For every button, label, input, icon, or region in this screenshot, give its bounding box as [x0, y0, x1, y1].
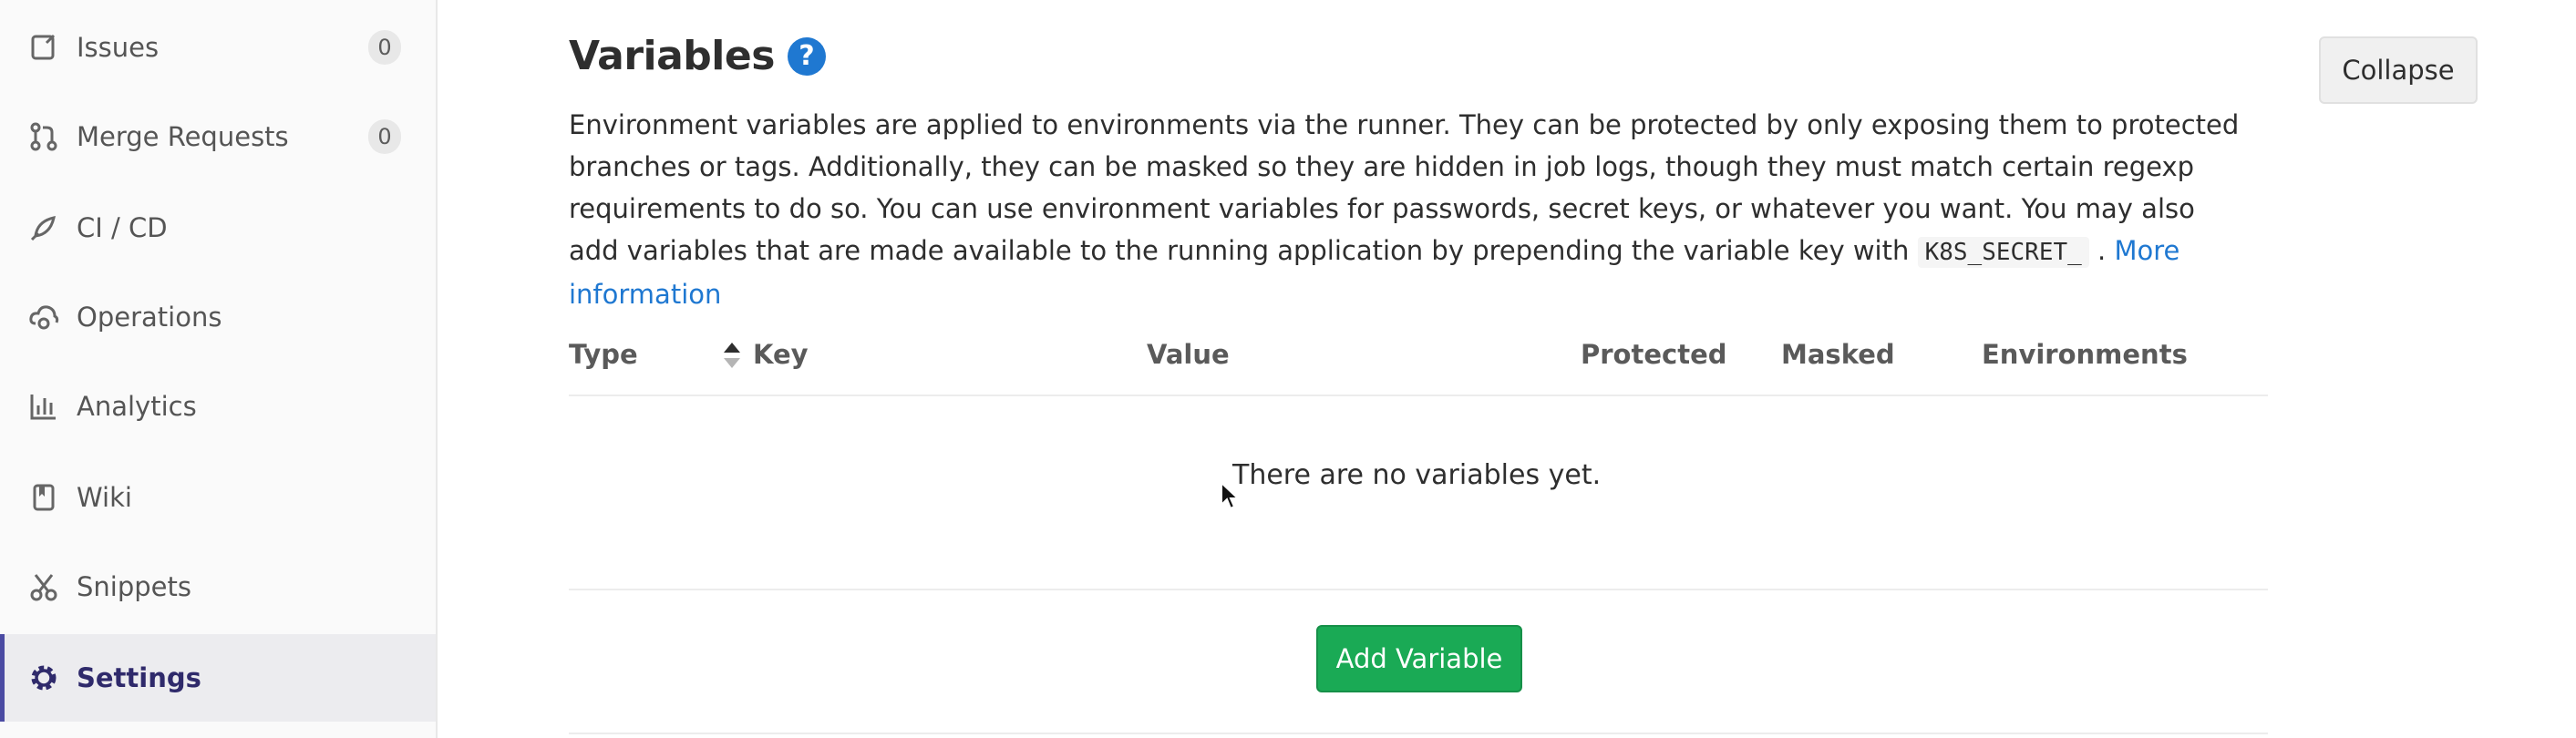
page-title: Variables [569, 33, 775, 79]
sidebar-item-operations[interactable]: Operations [0, 273, 436, 361]
sidebar-item-label: Wiki [77, 482, 132, 513]
help-icon[interactable]: ? [787, 36, 826, 76]
empty-state-text: There are no variables yet. [1232, 459, 1602, 491]
issues-icon [27, 31, 60, 64]
sidebar: Issues 0 Merge Requests 0 CI / CD Operat… [0, 0, 438, 738]
column-header-environments: Environments [1982, 339, 2188, 370]
column-header-masked: Masked [1781, 339, 1895, 370]
description-period: . [2097, 235, 2107, 266]
sidebar-item-analytics[interactable]: Analytics [0, 363, 436, 450]
sidebar-item-label: Snippets [77, 571, 191, 602]
table-footer-divider [569, 589, 2268, 590]
variable-prefix-code: K8S_SECRET_ [1917, 237, 2089, 268]
sidebar-item-label: Merge Requests [77, 121, 289, 152]
sidebar-item-label: CI / CD [77, 212, 168, 243]
mouse-cursor-icon [1220, 480, 1241, 516]
sidebar-item-issues[interactable]: Issues 0 [0, 4, 436, 91]
table-header-divider [569, 395, 2268, 396]
sidebar-item-snippets[interactable]: Snippets [0, 543, 436, 630]
sidebar-item-settings[interactable]: Settings [0, 634, 436, 722]
add-variable-button[interactable]: Add Variable [1316, 625, 1522, 692]
sidebar-item-merge-requests[interactable]: Merge Requests 0 [0, 93, 436, 180]
gear-icon [27, 661, 60, 694]
column-header-protected: Protected [1581, 339, 1727, 370]
rocket-icon [27, 211, 60, 244]
sidebar-item-label: Settings [77, 662, 201, 693]
cloud-gear-icon [27, 301, 60, 333]
sidebar-item-label: Operations [77, 302, 222, 333]
merge-requests-count-badge: 0 [368, 119, 401, 154]
collapse-button[interactable]: Collapse [2319, 36, 2478, 104]
chart-icon [27, 390, 60, 423]
sort-icon[interactable] [722, 341, 742, 370]
sidebar-item-label: Issues [77, 32, 160, 63]
book-icon [27, 481, 60, 514]
bottom-divider [569, 733, 2268, 734]
main-content: Variables ? Collapse Environment variabl… [438, 0, 2576, 738]
merge-request-icon [27, 120, 60, 153]
section-header: Variables ? [569, 33, 826, 79]
sidebar-item-wiki[interactable]: Wiki [0, 454, 436, 541]
section-description: Environment variables are applied to env… [569, 104, 2246, 315]
column-header-key[interactable]: Key [753, 339, 809, 370]
issues-count-badge: 0 [368, 30, 401, 65]
sidebar-item-ci-cd[interactable]: CI / CD [0, 184, 436, 272]
scissors-icon [27, 570, 60, 603]
column-header-value: Value [1147, 339, 1230, 370]
sidebar-item-label: Analytics [77, 391, 197, 422]
column-header-type: Type [569, 339, 638, 370]
